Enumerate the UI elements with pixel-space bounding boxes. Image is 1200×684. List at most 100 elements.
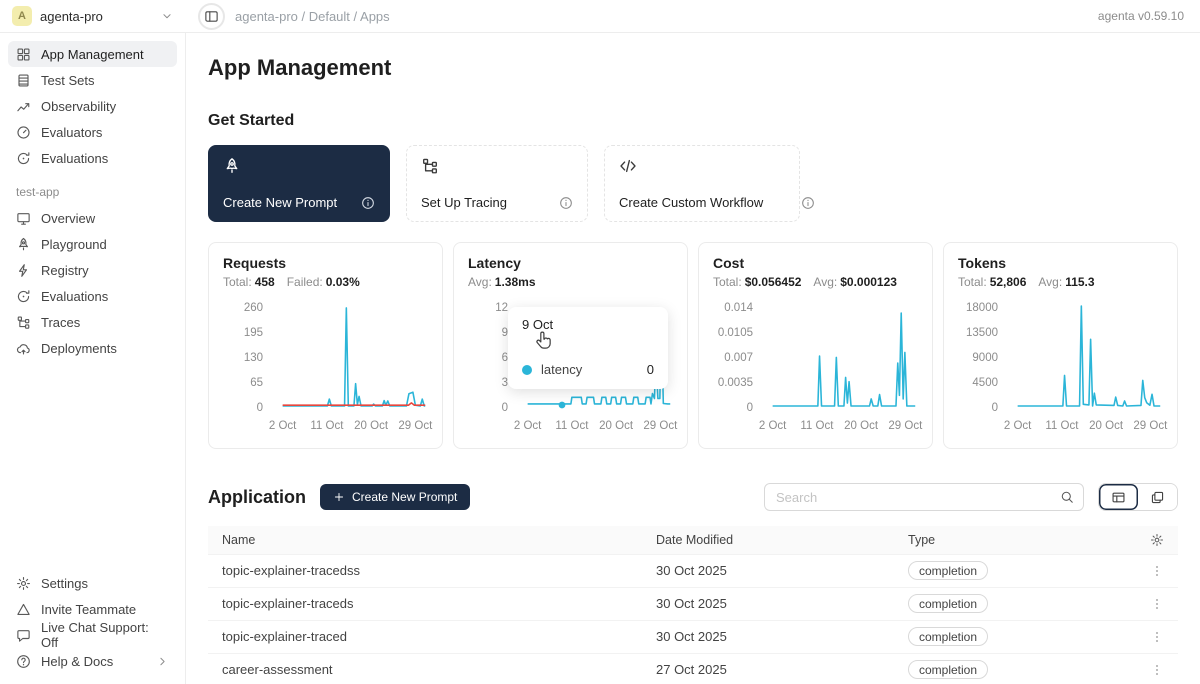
column-header-name[interactable]: Name [208,526,642,554]
triangle-icon [16,602,31,617]
type-badge: completion [908,561,988,580]
create-new-prompt-button[interactable]: Create New Prompt [320,484,470,510]
sidebar-item-evaluations[interactable]: Evaluations [8,145,177,171]
sidebar-item-label: Test Sets [41,73,94,88]
metric-stat: Total:458 [223,275,275,289]
sidebar-item-test-sets[interactable]: Test Sets [8,67,177,93]
metric-stats: Avg:1.38ms [468,275,673,289]
rocket-icon [16,237,31,252]
sidebar-app-section-label: test-app [8,171,177,205]
table-row[interactable]: topic-explainer-tracedss 30 Oct 2025 com… [208,554,1178,587]
metric-stat: Avg:115.3 [1038,275,1094,289]
card-label: Create Custom Workflow [619,195,763,210]
x-axis-labels: 2 Oct11 Oct20 Oct29 Oct [270,419,428,435]
row-menu-button[interactable] [1150,630,1164,644]
sidebar-item-observability[interactable]: Observability [8,93,177,119]
table-header-row: Name Date Modified Type [208,526,1178,554]
sidebar-item-label: Registry [41,263,89,278]
applications-table: Name Date Modified Type topic-explainer-… [208,526,1178,684]
metric-title: Cost [713,255,918,271]
gear-icon [16,576,31,591]
sidebar-item-settings[interactable]: Settings [8,570,177,596]
breadcrumb: agenta-pro / Default / Apps [235,9,390,24]
hover-point-marker [559,402,566,409]
search-input[interactable] [776,490,1052,505]
row-menu-button[interactable] [1150,663,1164,677]
type-badge: completion [908,594,988,613]
row-menu-button[interactable] [1150,597,1164,611]
code-icon [619,157,785,175]
app-name: topic-explainer-traceds [208,587,642,620]
sidebar-item-evaluators[interactable]: Evaluators [8,119,177,145]
lightning-icon [16,263,31,278]
sidebar-item-overview[interactable]: Overview [8,205,177,231]
sidebar-item-invite-teammate[interactable]: Invite Teammate [8,596,177,622]
app-name: career-assessment [208,653,642,684]
type-badge: completion [908,660,988,679]
refresh-icon [16,151,31,166]
sidebar-toggle-button[interactable] [198,3,225,30]
set-up-tracing-card[interactable]: Set Up Tracing [406,145,588,222]
search-icon[interactable] [1060,490,1074,504]
sidebar-item-label: Observability [41,99,116,114]
metric-stat: Total:52,806 [958,275,1026,289]
sidebar-item-traces[interactable]: Traces [8,309,177,335]
create-custom-workflow-card[interactable]: Create Custom Workflow [604,145,800,222]
table-view-icon [1111,490,1126,505]
card-label: Create New Prompt [223,195,337,210]
x-axis-labels: 2 Oct11 Oct20 Oct29 Oct [1005,419,1163,435]
metric-stats: Total:458Failed:0.03% [223,275,428,289]
sidebar-item-app-evaluations[interactable]: Evaluations [8,283,177,309]
sidebar-item-label: App Management [41,47,144,62]
x-axis-labels: 2 Oct11 Oct20 Oct29 Oct [515,419,673,435]
dots-vertical-icon [1150,630,1164,644]
sidebar-item-label: Evaluations [41,289,108,304]
app-name: topic-explainer-traced [208,620,642,653]
sidebar-item-playground[interactable]: Playground [8,231,177,257]
y-axis-labels: 0.0140.01050.0070.00350 [713,302,753,414]
sidebar-main-group: App Management Test Sets Observability E… [8,41,177,171]
create-new-prompt-card[interactable]: Create New Prompt [208,145,390,222]
sidebar-item-app-management[interactable]: App Management [8,41,177,67]
info-icon[interactable] [801,196,815,210]
row-menu-button[interactable] [1150,564,1164,578]
type-badge: completion [908,627,988,646]
sidebar-item-help-docs[interactable]: Help & Docs [8,648,177,674]
card-view-button[interactable] [1138,484,1177,510]
table-view-button[interactable] [1099,484,1138,510]
column-settings-gear-icon[interactable] [1134,533,1164,547]
sidebar-item-label: Invite Teammate [41,602,136,617]
page-title: App Management [208,55,1178,81]
x-axis-labels: 2 Oct11 Oct20 Oct29 Oct [760,419,918,435]
requests-chart [270,302,428,414]
mouse-cursor-icon [534,331,554,353]
sidebar-item-deployments[interactable]: Deployments [8,335,177,361]
info-icon[interactable] [559,196,573,210]
sidebar-item-registry[interactable]: Registry [8,257,177,283]
column-header-type[interactable]: Type [894,526,1120,554]
metric-stats: Total:$0.056452Avg:$0.000123 [713,275,918,289]
get-started-heading: Get Started [208,112,1178,130]
trend-chart-icon [16,99,31,114]
metric-card-tokens: Tokens Total:52,806 Avg:115.3 1800013500900… [943,242,1178,449]
table-row[interactable]: topic-explainer-traceds 30 Oct 2025 comp… [208,587,1178,620]
dots-vertical-icon [1150,663,1164,677]
metric-stat: Total:$0.056452 [713,275,801,289]
y-axis-labels: 1800013500900045000 [958,302,998,414]
branch-icon [16,315,31,330]
column-header-date-modified[interactable]: Date Modified [642,526,894,554]
metric-card-requests: RequestsTotal:458Failed:0.03%26019513065… [208,242,443,449]
sidebar-item-live-chat-support[interactable]: Live Chat Support: Off [8,622,177,648]
metric-title: Requests [223,255,428,271]
app-date: 30 Oct 2025 [642,587,894,620]
sidebar: App Management Test Sets Observability E… [0,33,186,684]
table-row[interactable]: topic-explainer-traced 30 Oct 2025 compl… [208,620,1178,653]
trace-tree-icon [421,157,573,175]
sidebar-bottom-group: Settings Invite Teammate Live Chat Suppo… [8,570,177,674]
sidebar-item-label: Evaluators [41,125,102,140]
metric-title: Tokens [958,255,1163,271]
main-content: App Management Get Started Create New Pr… [186,33,1200,684]
info-icon[interactable] [361,196,375,210]
table-row[interactable]: career-assessment 27 Oct 2025 completion [208,653,1178,684]
workspace-selector[interactable]: A agenta-pro [0,6,186,26]
